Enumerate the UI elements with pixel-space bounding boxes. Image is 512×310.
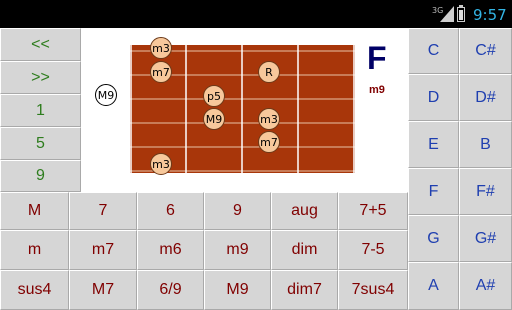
chord-type-button[interactable]: dim	[271, 230, 338, 270]
chord-type-button[interactable]: 7-5	[338, 230, 408, 270]
chord-type-button[interactable]: m	[0, 230, 69, 270]
chord-type-button[interactable]: 6/9	[137, 270, 204, 310]
chord-type-button[interactable]: m7	[69, 230, 137, 270]
chord-type-button[interactable]: 7+5	[338, 192, 408, 230]
chord-type-button[interactable]: m6	[137, 230, 204, 270]
chord-type-button[interactable]: 7	[69, 192, 137, 230]
root-note-button[interactable]: F	[408, 168, 459, 215]
finger-dot: M9	[203, 108, 225, 130]
chord-type-button[interactable]: 6	[137, 192, 204, 230]
root-note-button[interactable]: G	[408, 215, 459, 262]
chord-type-button[interactable]: dim7	[271, 270, 338, 310]
chord-type-button[interactable]: M9	[204, 270, 271, 310]
status-bar: 3G 9:57	[0, 0, 512, 28]
finger-dot: p5	[203, 85, 225, 107]
root-note-button[interactable]: D	[408, 74, 459, 121]
root-note-button[interactable]: D#	[459, 74, 512, 121]
open-string-marker: M9	[95, 84, 117, 106]
signal-icon	[440, 6, 454, 22]
chord-type-button[interactable]: M	[0, 192, 69, 230]
status-time: 9:57	[473, 6, 507, 24]
finger-dot: m7	[150, 61, 172, 83]
position-9-button[interactable]: 9	[0, 160, 81, 192]
root-note-button[interactable]: B	[459, 121, 512, 168]
root-note-button[interactable]: F#	[459, 168, 512, 215]
position-1-button[interactable]: 1	[0, 94, 81, 127]
root-note-button[interactable]: C#	[459, 28, 512, 74]
chord-type-label: m9	[369, 84, 385, 96]
prev-button[interactable]: <<	[0, 28, 81, 61]
chord-chart: 4 M9 m3 m7 R p5 M9 m3 m7 m	[81, 28, 408, 192]
root-note-button[interactable]: A#	[459, 262, 512, 310]
root-note-button[interactable]: A	[408, 262, 459, 310]
position-5-button[interactable]: 5	[0, 127, 81, 160]
finger-dot: m3	[150, 153, 172, 175]
chord-type-button[interactable]: m9	[204, 230, 271, 270]
next-button[interactable]: >>	[0, 61, 81, 94]
chord-type-button[interactable]: 7sus4	[338, 270, 408, 310]
finger-dot: m7	[258, 131, 280, 153]
root-note-button[interactable]: G#	[459, 215, 512, 262]
chord-type-button[interactable]: 9	[204, 192, 271, 230]
finger-dot: R	[258, 61, 280, 83]
finger-dot: m3	[150, 37, 172, 59]
app-body: << >> 1 5 9 4 M9 m3 m7 R	[0, 28, 512, 310]
chord-type-button[interactable]: sus4	[0, 270, 69, 310]
finger-dot: m3	[258, 108, 280, 130]
battery-icon	[457, 5, 465, 22]
root-note-button[interactable]: C	[408, 28, 459, 74]
chord-type-button[interactable]: aug	[271, 192, 338, 230]
chord-type-button[interactable]: M7	[69, 270, 137, 310]
root-note-button[interactable]: E	[408, 121, 459, 168]
chord-root-name: F	[367, 40, 387, 76]
